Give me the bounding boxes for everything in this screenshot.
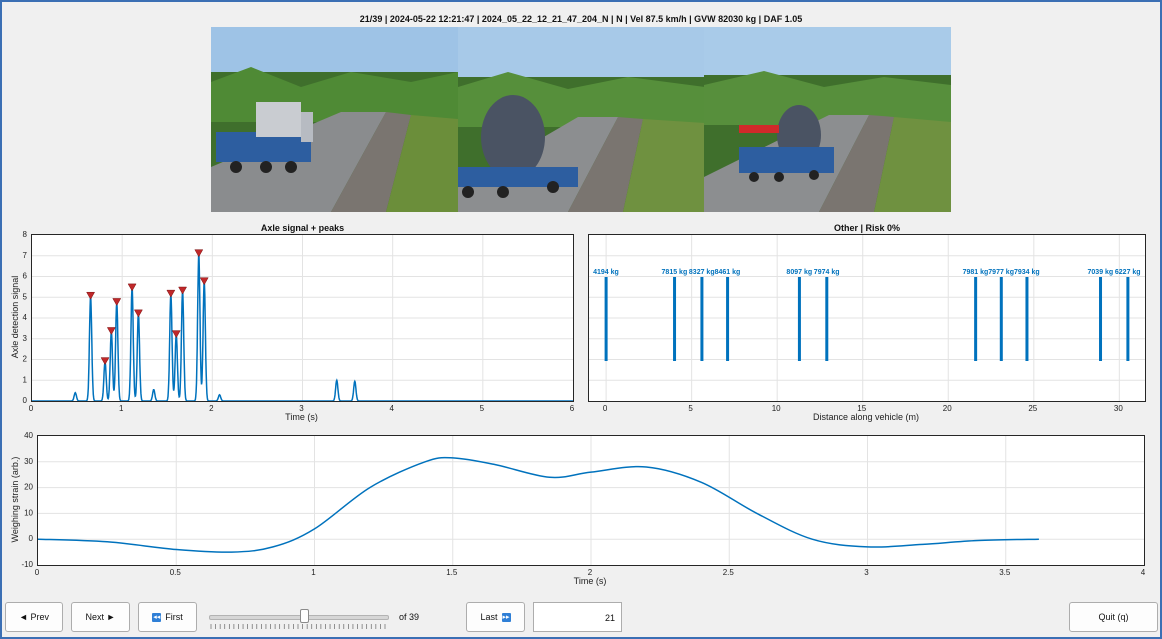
x-tick-label: 1 [119, 404, 124, 413]
total-count-label: of 39 [399, 612, 420, 622]
y-tick-label: 0 [23, 396, 28, 405]
rewind-icon: ◂◂ [152, 612, 162, 622]
y-tick-label: 20 [24, 483, 33, 492]
quit-button[interactable]: Quit (q) [1069, 602, 1158, 632]
x-tick-label: 1 [311, 568, 316, 577]
x-tick-label: 4 [389, 404, 394, 413]
y-tick-label: 1 [23, 375, 28, 384]
y-tick-label: 5 [23, 292, 28, 301]
first-button[interactable]: ◂◂ First [138, 602, 197, 632]
y-tick-label: 4 [23, 313, 28, 322]
x-tick-label: 0 [603, 404, 608, 413]
x-tick-label: 20 [943, 404, 952, 413]
x-tick-label: 2 [209, 404, 214, 413]
y-tick-label: 3 [23, 334, 28, 343]
x-tick-label: 0 [29, 404, 34, 413]
slider-thumb[interactable] [299, 609, 309, 623]
x-tick-label: 5 [688, 404, 693, 413]
y-tick-label: 2 [23, 355, 28, 364]
y-tick-label: 6 [23, 272, 28, 281]
x-tick-label: 5 [480, 404, 485, 413]
x-tick-label: 0.5 [170, 568, 182, 577]
camera-image-1 [211, 27, 458, 212]
axle-chart-axes: 0 1 2 3 4 5 6012345678Time (s)Axle detection s… [10, 230, 575, 422]
camera-image-3 [704, 27, 951, 212]
y-tick-label: 8 [23, 230, 28, 239]
x-tick-label: 3 [864, 568, 869, 577]
x-axis-label: Time (s) [574, 576, 607, 586]
x-tick-label: 2.5 [723, 568, 735, 577]
other-chart-axes: 0 5 10 15 20 25 30Distance along vehicle (m) [603, 404, 1123, 422]
y-tick-label: 10 [24, 508, 33, 517]
y-tick-label: 40 [24, 431, 33, 440]
x-tick-label: 1.5 [446, 568, 458, 577]
frame-slider[interactable] [209, 604, 391, 630]
x-tick-label: 3.5 [999, 568, 1011, 577]
x-tick-label: 0 [35, 568, 40, 577]
x-tick-label: 4 [1141, 568, 1146, 577]
frame-index-input[interactable]: 21 [533, 602, 622, 632]
x-tick-label: 10 [772, 404, 781, 413]
y-tick-label: 0 [29, 534, 34, 543]
x-tick-label: 30 [1114, 404, 1123, 413]
y-tick-label: -10 [21, 560, 33, 569]
y-tick-label: 30 [24, 457, 33, 466]
y-axis-label: Axle detection signal [10, 276, 20, 359]
prev-button[interactable]: ◄ Prev [5, 602, 63, 632]
strain-chart-axes: 0 0.5 1 1.5 2 2.5 3 3.5 4-10010203040Time (s)Wei… [10, 431, 1146, 586]
fast-forward-icon: ▸▸ [501, 612, 511, 622]
y-tick-label: 7 [23, 251, 28, 260]
x-tick-label: 25 [1028, 404, 1037, 413]
last-button[interactable]: Last ▸▸ [466, 602, 525, 632]
last-button-label: Last [480, 612, 498, 622]
record-title: 21/39 | 2024-05-22 12:21:47 | 2024_05_22… [359, 14, 803, 24]
camera-image-2 [458, 27, 705, 212]
first-button-label: First [165, 612, 183, 622]
slider-ticks [210, 624, 386, 629]
next-button[interactable]: Next ► [71, 602, 130, 632]
y-axis-label: Weighing strain (arb.) [10, 457, 20, 543]
